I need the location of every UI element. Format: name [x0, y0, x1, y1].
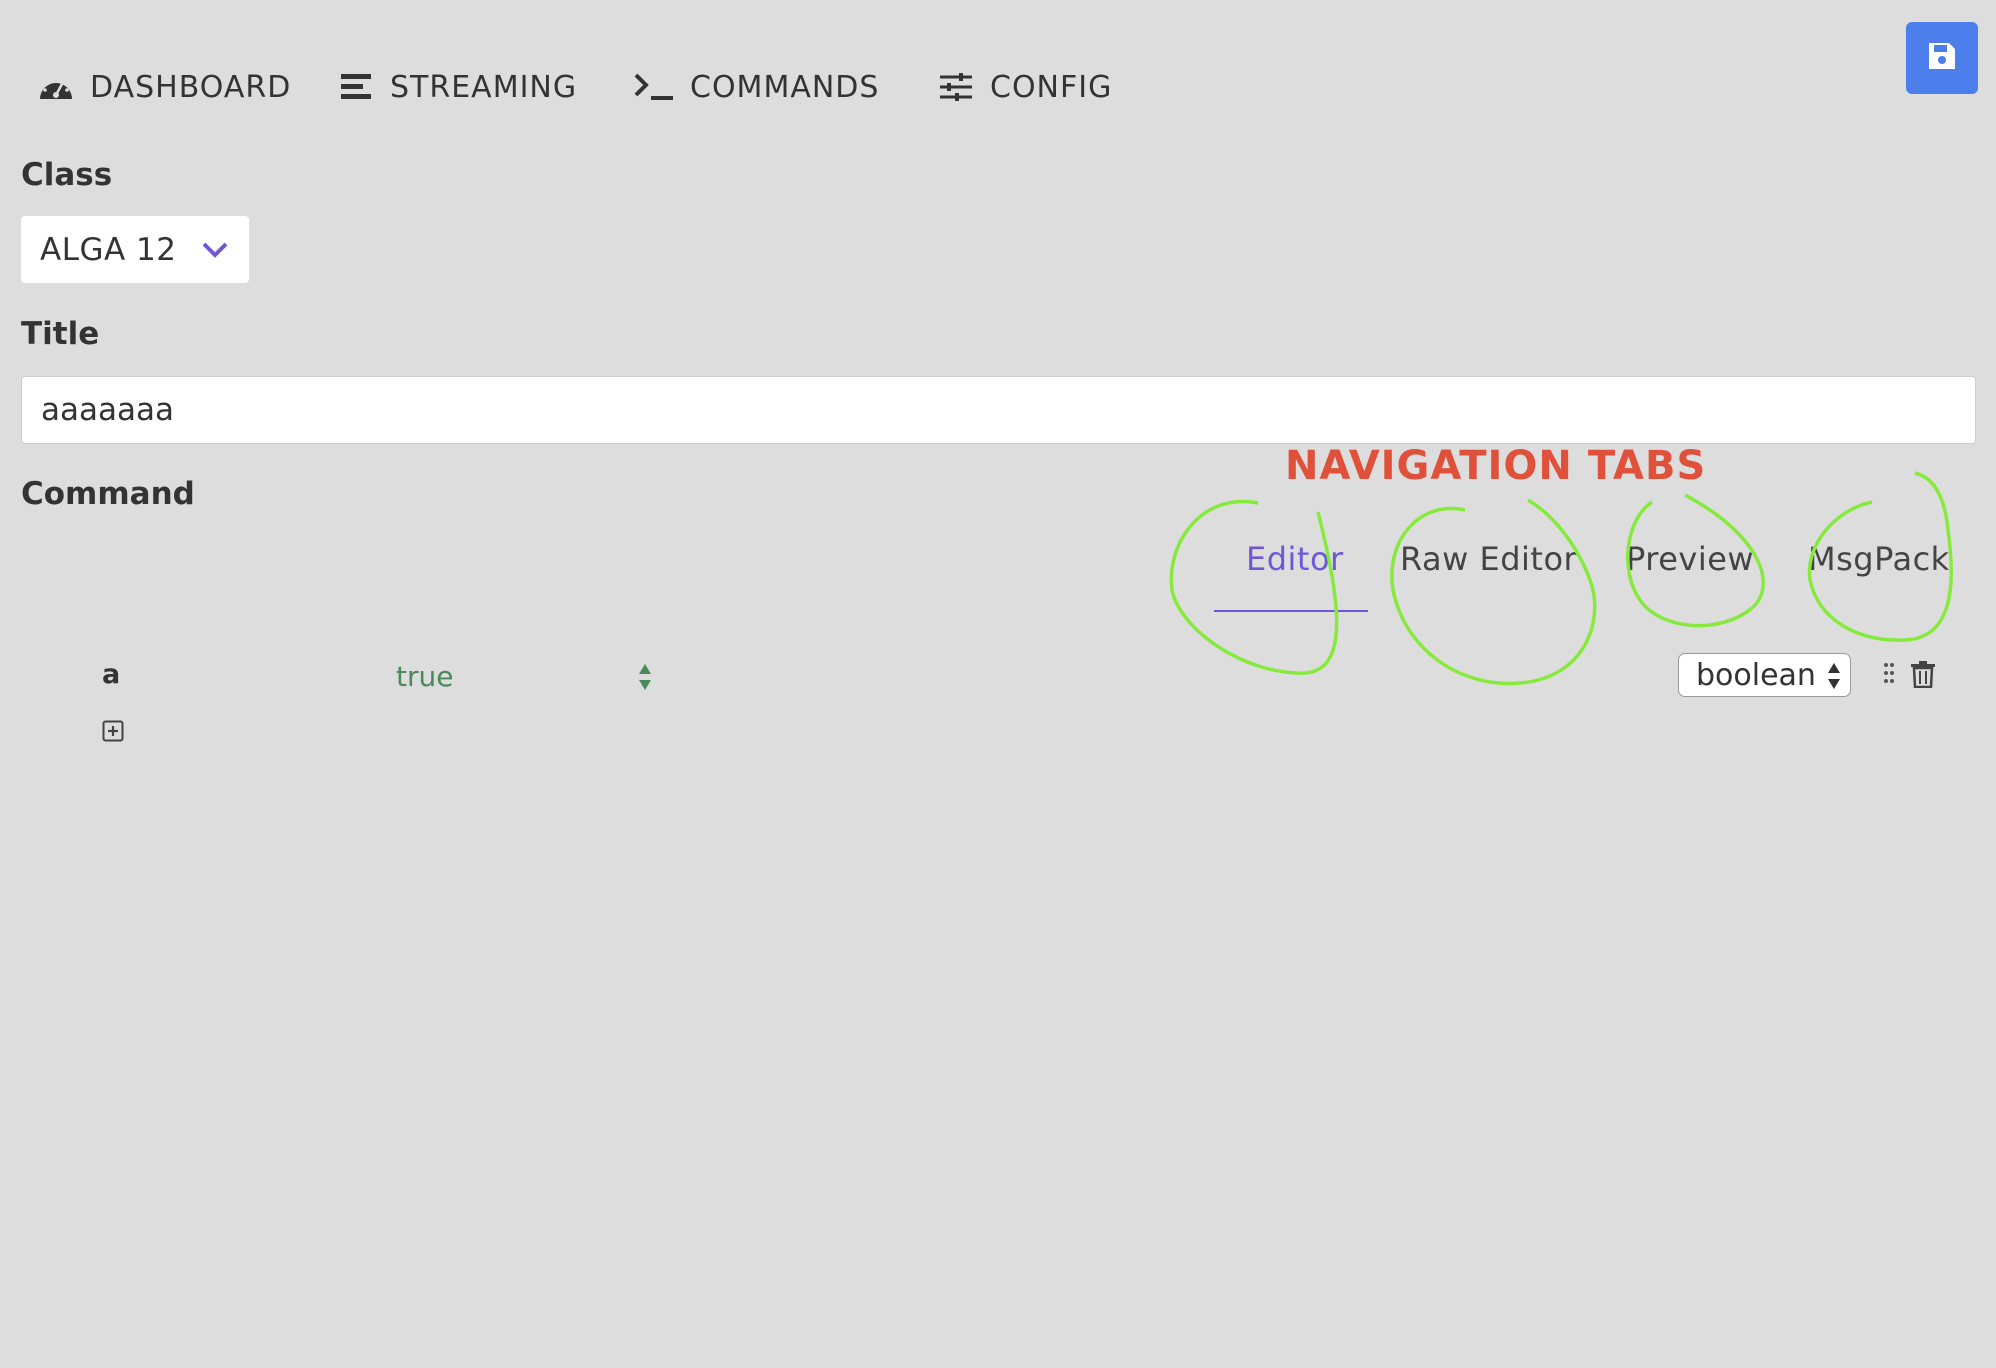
active-tab-indicator	[1214, 610, 1368, 612]
nav-item-config[interactable]: CONFIG	[936, 62, 1112, 112]
nav-label-dashboard: DASHBOARD	[90, 69, 292, 105]
title-label: Title	[21, 316, 100, 352]
type-select[interactable]: boolean	[1678, 653, 1851, 697]
nav-item-streaming[interactable]: STREAMING	[336, 62, 577, 112]
terminal-prompt-icon	[632, 67, 676, 107]
value-toggle-arrows-icon[interactable]	[636, 662, 654, 692]
annotation-circle-editor	[1169, 499, 1339, 675]
streaming-bars-icon	[336, 67, 376, 107]
dashboard-gauge-icon	[36, 67, 76, 107]
type-select-value: boolean	[1696, 657, 1816, 693]
nav-label-config: CONFIG	[990, 69, 1113, 105]
save-button[interactable]	[1906, 22, 1978, 94]
nav-item-commands[interactable]: COMMANDS	[632, 62, 879, 112]
tab-raw-editor[interactable]: Raw Editor	[1400, 540, 1577, 578]
tab-editor[interactable]: Editor	[1246, 540, 1344, 578]
trash-icon[interactable]	[1910, 660, 1936, 689]
nav-label-streaming: STREAMING	[390, 69, 578, 105]
row-key: a	[102, 659, 121, 690]
nav-label-commands: COMMANDS	[690, 69, 880, 105]
nav-item-dashboard[interactable]: DASHBOARD	[36, 62, 291, 112]
annotation-title: NAVIGATION TABS	[1285, 443, 1707, 489]
chevron-down-icon	[201, 240, 229, 260]
drag-handle-icon[interactable]	[1882, 662, 1896, 684]
class-label: Class	[21, 157, 113, 193]
tab-preview[interactable]: Preview	[1626, 540, 1754, 578]
save-floppy-icon	[1927, 41, 1957, 75]
class-select-value: ALGA 12	[40, 231, 177, 268]
class-select[interactable]: ALGA 12	[21, 216, 249, 283]
command-label: Command	[21, 476, 195, 512]
annotation-circle-raw-editor	[1390, 498, 1597, 686]
sliders-icon	[936, 67, 976, 107]
select-arrows-icon	[1826, 661, 1842, 695]
row-value[interactable]: true	[396, 660, 453, 693]
title-input[interactable]	[21, 376, 1976, 444]
add-field-icon[interactable]	[102, 720, 124, 742]
tab-msgpack[interactable]: MsgPack	[1808, 540, 1950, 578]
